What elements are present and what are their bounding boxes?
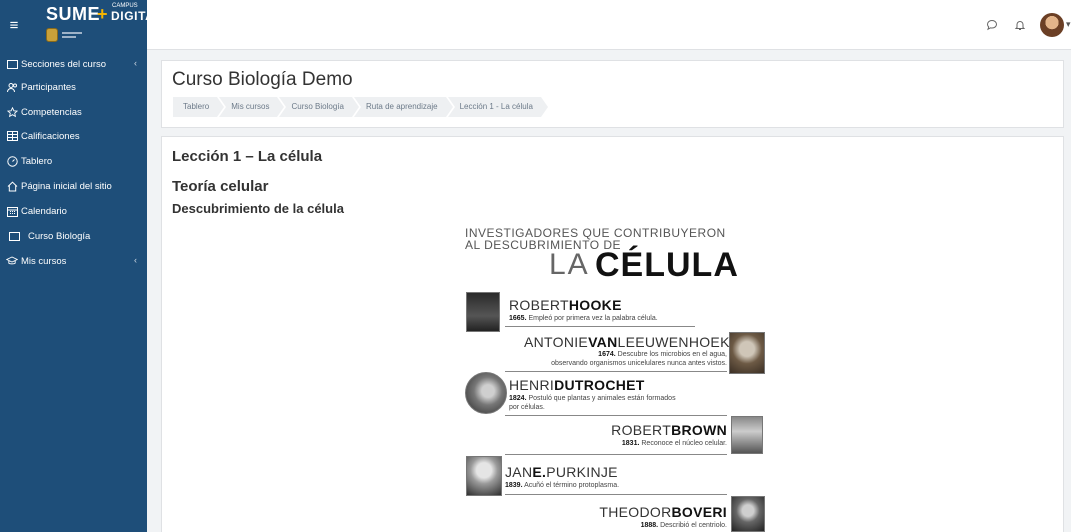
breadcrumb-item-mis-cursos[interactable]: Mis cursos (219, 97, 287, 117)
portrait-boveri (731, 496, 765, 532)
emblem-icon (46, 28, 58, 42)
sidebar: Secciones del curso ‹ Participantes Comp… (0, 50, 147, 532)
chat-bubble-icon[interactable] (985, 18, 999, 32)
breadcrumb-item-curso-biologia[interactable]: Curso Biología (279, 97, 362, 117)
researcher-name: ROBERTHOOKE (509, 297, 622, 313)
lesson-title: Lección 1 – La célula (172, 148, 323, 165)
chevron-left-icon[interactable]: ‹ (134, 255, 137, 265)
infographic-image: INVESTIGADORES QUE CONTRIBUYERON AL DESC… (465, 224, 767, 532)
sidebar-item-label: Participantes (21, 81, 76, 93)
sidebar-item-tablero[interactable]: Tablero (0, 150, 147, 172)
subsection-title: Descubrimiento de la célula (172, 201, 344, 216)
calendar-icon (6, 205, 18, 217)
sidebar-item-label: Mis cursos (21, 255, 67, 267)
sidebar-item-pagina-inicial[interactable]: Página inicial del sitio (0, 175, 147, 197)
home-icon (6, 180, 18, 192)
sidebar-item-mis-cursos[interactable]: Mis cursos ‹ (0, 250, 147, 272)
portrait-brown (731, 416, 763, 454)
researcher-desc: 1674. Descubre los microbios en el agua,… (551, 351, 727, 367)
portrait-dutrochet (465, 372, 507, 414)
breadcrumb: Tablero Mis cursos Curso Biología Ruta d… (173, 97, 551, 117)
sidebar-item-calendario[interactable]: Calendario (0, 200, 147, 222)
divider (505, 454, 727, 455)
researcher-desc: 1831. Reconoce el núcleo celular. (621, 440, 727, 447)
researcher-desc: 1665. Empleó por primera vez la palabra … (509, 315, 658, 322)
researcher-desc: 1839. Acuñó el término protoplasma. (505, 482, 620, 489)
researcher-desc: 1824. Postuló que plantas y animales est… (509, 395, 676, 411)
folder-icon (8, 230, 20, 242)
bell-icon[interactable] (1013, 18, 1027, 32)
emblem-text-line (62, 36, 76, 38)
star-icon (6, 106, 18, 118)
sidebar-item-label: Curso Biología (28, 230, 91, 242)
sidebar-item-label: Calendario (21, 205, 67, 217)
grades-icon (6, 130, 18, 142)
portrait-hooke (466, 292, 500, 332)
researcher-name: JANE.PURKINJE (505, 464, 618, 480)
top-navbar: ≡ SUME + CAMPUS DIGITAL ▾ (0, 0, 1071, 50)
sidebar-item-label: Tablero (21, 155, 53, 167)
sidebar-item-calificaciones[interactable]: Calificaciones (0, 125, 147, 147)
brand-digital: DIGITAL (111, 9, 163, 23)
divider (505, 371, 727, 372)
sidebar-item-secciones[interactable]: Secciones del curso ‹ (0, 53, 147, 75)
researcher-name: THEODORBOVERI (599, 504, 727, 520)
chevron-left-icon[interactable]: ‹ (134, 58, 137, 68)
breadcrumb-item-ruta[interactable]: Ruta de aprendizaje (353, 97, 455, 117)
infographic-celula: CÉLULA (595, 246, 739, 284)
graduation-cap-icon (6, 255, 18, 267)
sidebar-item-competencias[interactable]: Competencias (0, 101, 147, 123)
sidebar-item-label: Calificaciones (21, 130, 80, 142)
sidebar-item-label: Secciones del curso (21, 58, 107, 70)
brand-plus: + (97, 4, 108, 24)
portrait-leeuwenhoek (729, 332, 765, 374)
breadcrumb-item-tablero[interactable]: Tablero (173, 97, 227, 117)
page-title: Curso Biología Demo (172, 69, 353, 90)
section-title: Teoría celular (172, 178, 269, 195)
infographic-la: LA (549, 248, 590, 281)
breadcrumb-item-leccion[interactable]: Lección 1 - La célula (447, 97, 551, 117)
sidebar-item-label: Competencias (21, 106, 82, 118)
users-icon (6, 81, 18, 93)
portrait-purkinje (466, 456, 502, 496)
chevron-down-icon[interactable]: ▾ (1066, 19, 1071, 30)
sidebar-item-curso-biologia[interactable]: Curso Biología (0, 225, 147, 247)
researcher-name: ROBERTBROWN (611, 422, 727, 438)
divider (505, 326, 695, 327)
hamburger-icon[interactable]: ≡ (0, 0, 28, 50)
folder-icon (6, 58, 18, 70)
brand-word: SUME (46, 4, 101, 24)
sidebar-item-participantes[interactable]: Participantes (0, 76, 147, 98)
avatar[interactable] (1040, 13, 1064, 37)
divider (505, 415, 727, 416)
sidebar-item-label: Página inicial del sitio (21, 180, 112, 192)
researcher-name: ANTONIEVANLEEUWENHOEK (524, 334, 730, 350)
researcher-name: HENRIDUTROCHET (509, 377, 645, 393)
dashboard-icon (6, 155, 18, 167)
divider (505, 494, 727, 495)
emblem-text-line (62, 32, 82, 34)
researcher-desc: 1888. Describió el centriolo. (640, 522, 727, 529)
